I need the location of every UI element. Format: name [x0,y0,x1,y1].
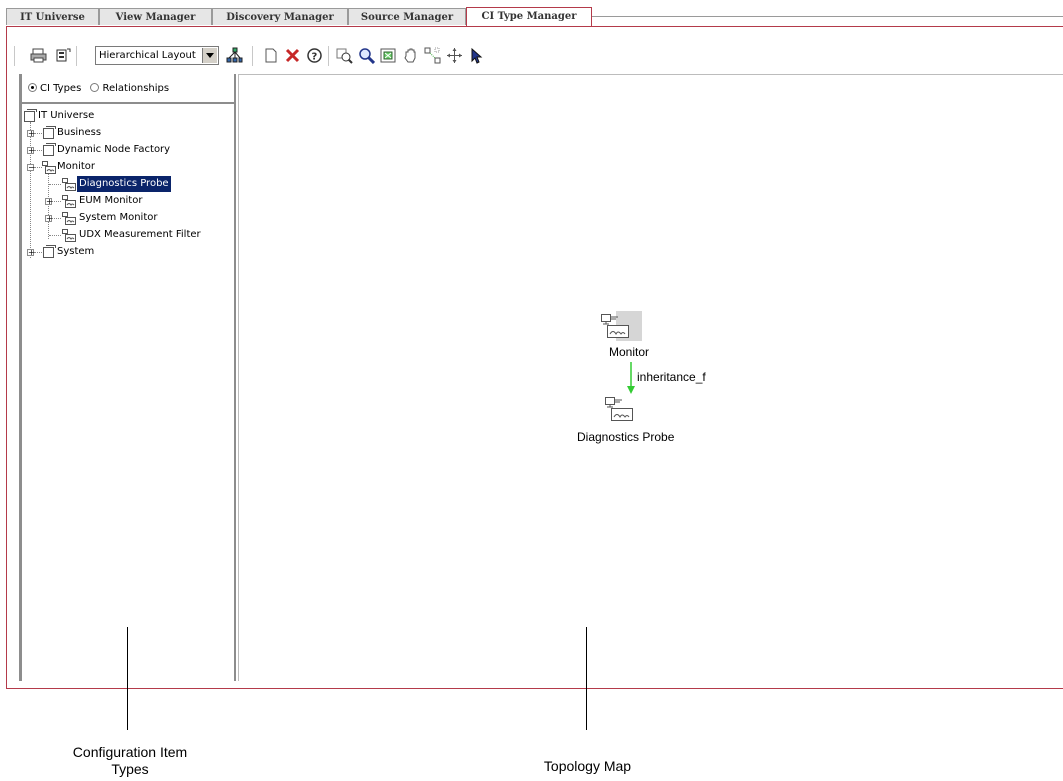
expand-icon[interactable]: + [45,215,53,223]
zoom-out-icon[interactable] [358,47,376,65]
chevron-down-icon[interactable] [202,48,217,63]
tree-item-udx-measurement-filter[interactable]: UDX Measurement Filter [22,227,232,243]
map-node-label: Monitor [609,345,650,359]
toolbar-separator [328,46,329,66]
tree-item-dynamic-node-factory[interactable]: + Dynamic Node Factory [22,142,222,158]
map-node-monitor[interactable] [600,311,642,341]
tab-ci-type-manager[interactable]: CI Type Manager [466,7,592,26]
tree-item-label: EUM Monitor [79,195,143,206]
monitor-node-icon [601,314,629,338]
monitor-type-icon [62,229,76,242]
tree-item-business[interactable]: + Business [22,125,222,141]
toolbar-separator [252,46,253,66]
tree-connector [34,133,42,134]
collapse-icon[interactable]: − [27,164,35,172]
tree-item-eum-monitor[interactable]: + EUM Monitor [22,193,232,209]
callout-line-right [586,627,587,730]
ci-type-icon [43,245,56,258]
monitor-type-icon [62,195,76,208]
tab-label: Discovery Manager [226,12,334,23]
tab-bar: IT Universe View Manager Discovery Manag… [6,7,1063,26]
relationships-radio-label[interactable]: Relationships [102,83,169,94]
new-icon[interactable] [262,47,279,64]
expand-icon[interactable]: + [45,198,53,206]
tab-label: View Manager [115,12,196,23]
tree-item-label: Dynamic Node Factory [57,144,171,155]
fit-icon[interactable] [380,47,397,64]
move-icon[interactable] [446,47,463,64]
toolbar-separator [14,46,15,66]
map-node-label: Diagnostics Probe [577,430,675,444]
tab-source-manager[interactable]: Source Manager [348,8,466,25]
toolbar: Hierarchical Layout ? [14,44,614,68]
help-icon[interactable]: ? [306,47,323,64]
tree-item-label: Monitor [57,161,96,172]
ci-types-radio[interactable] [28,83,37,92]
monitor-type-icon [42,161,56,174]
view-mode-radios: CI Types Relationships [28,82,175,94]
delete-icon[interactable] [284,47,301,64]
ci-types-panel: CI Types Relationships IT Universe + Bus… [19,74,236,681]
tree-item-label: Diagnostics Probe [77,176,171,192]
tree-item-label: System Monitor [79,212,158,223]
ci-type-icon [43,126,56,139]
pan-icon[interactable] [402,47,419,64]
callout-line-left [127,627,128,730]
tab-label: Source Manager [360,12,454,23]
toolbar-separator [76,46,77,66]
monitor-type-icon [62,212,76,225]
ci-types-radio-label[interactable]: CI Types [40,83,81,94]
tree-item-monitor[interactable]: − Monitor [22,159,222,175]
tree-item-system-monitor[interactable]: + System Monitor [22,210,232,226]
expand-icon[interactable]: + [27,147,35,155]
tab-label: IT Universe [20,12,85,23]
print-icon[interactable] [30,47,47,64]
export-icon[interactable] [54,47,71,64]
tree-connector [34,167,42,168]
layout-icon[interactable] [226,47,243,64]
tree-item-system[interactable]: + System [22,244,222,260]
tab-label: CI Type Manager [481,11,577,22]
layout-select[interactable]: Hierarchical Layout [95,46,219,65]
tree-connector [34,252,42,253]
tree-connector [49,235,61,236]
tree-item-diagnostics-probe[interactable]: Diagnostics Probe [22,176,232,192]
zoom-in-icon[interactable] [336,47,353,64]
callout-ci-types: Configuration Item Types [72,744,188,777]
relationships-radio[interactable] [90,83,100,92]
diagnostics-probe-node-icon[interactable] [604,396,638,422]
tab-view-manager[interactable]: View Manager [99,8,212,25]
tree-connector [49,184,61,185]
tabstrip-line [592,16,1063,17]
tree-connector [52,201,61,202]
tree-connector [52,218,61,219]
pointer-icon[interactable] [468,47,485,64]
callout-topology-map: Topology Map [543,758,632,774]
expand-icon[interactable]: + [27,130,35,138]
tree-item-label: Business [57,127,102,138]
expand-icon[interactable]: + [27,249,35,257]
tree-item-label: System [57,246,95,257]
tree-item-label: IT Universe [38,110,95,121]
svg-text:?: ? [312,52,318,63]
edge-label: inheritance_f [637,370,706,384]
tab-discovery-manager[interactable]: Discovery Manager [212,8,348,25]
ci-type-icon [43,143,56,156]
monitor-type-icon [62,178,76,191]
tree-item-label: UDX Measurement Filter [79,229,201,240]
tree-connector [34,150,42,151]
tab-it-universe[interactable]: IT Universe [6,8,99,25]
fit-selection-icon[interactable] [424,47,441,64]
layout-select-value: Hierarchical Layout [99,50,196,61]
ci-type-icon [24,109,37,122]
panel-separator [22,102,234,104]
